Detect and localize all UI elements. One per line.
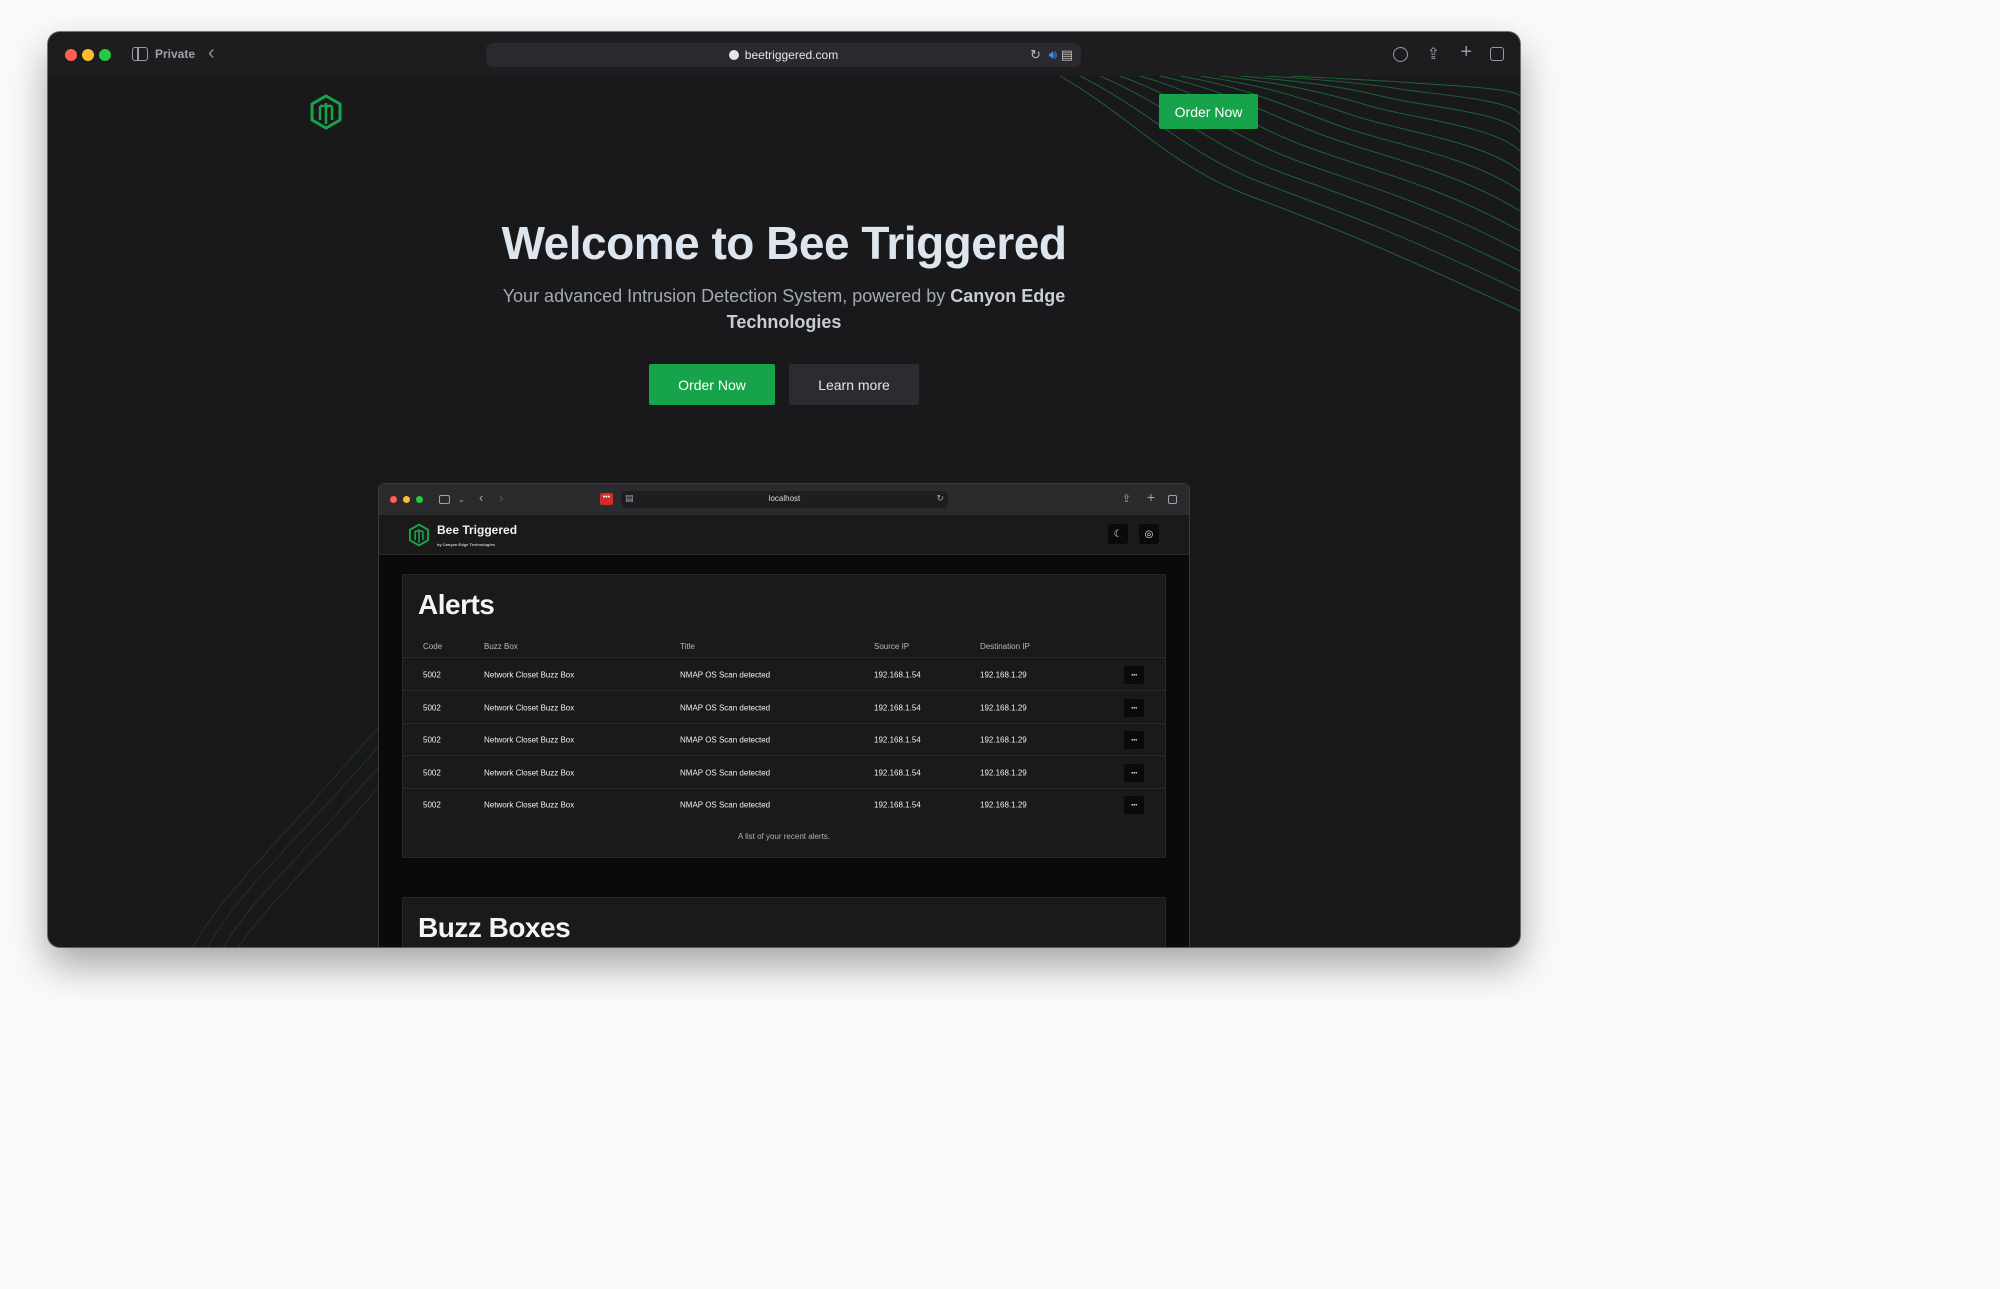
preview-tabs-icon bbox=[1168, 495, 1177, 504]
preview-minimize-dot bbox=[403, 496, 410, 503]
table-row: 5002 Network Closet Buzz Box NMAP OS Sca… bbox=[403, 659, 1165, 691]
reader-icon[interactable]: ▤ bbox=[1061, 47, 1073, 63]
cell-buzz-box: Network Closet Buzz Box bbox=[484, 735, 575, 744]
preview-reload-icon: ↻ bbox=[936, 493, 944, 503]
preview-chevron-down-icon: ⌄ bbox=[458, 495, 465, 504]
url-text: beetriggered.com bbox=[744, 48, 839, 62]
preview-logo bbox=[408, 523, 430, 547]
cell-source-ip: 192.168.1.54 bbox=[874, 768, 921, 777]
browser-window: Private ‹ beetriggered.com ↻ 🔊︎ ▤ ⇪ + Or… bbox=[48, 32, 1520, 947]
cell-code: 5002 bbox=[423, 735, 441, 744]
more-icon: ··· bbox=[1124, 665, 1144, 684]
column-header-code: Code bbox=[423, 642, 443, 651]
decorative-waves-left bbox=[192, 716, 388, 947]
nav-order-now-button[interactable]: Order Now bbox=[1159, 94, 1258, 129]
cell-destination-ip: 192.168.1.29 bbox=[980, 800, 1027, 810]
cell-destination-ip: 192.168.1.29 bbox=[980, 735, 1027, 744]
preview-app-subtitle: by Canyon Edge Technologies bbox=[437, 542, 495, 547]
address-bar-url: beetriggered.com bbox=[486, 48, 1081, 62]
hero-subtitle: Your advanced Intrusion Detection System… bbox=[488, 283, 1080, 335]
download-icon[interactable] bbox=[1393, 47, 1408, 62]
cell-title: NMAP OS Scan detected bbox=[680, 670, 771, 679]
user-icon: ◎ bbox=[1139, 524, 1159, 544]
cell-code: 5002 bbox=[423, 768, 441, 777]
hero-learn-more-button[interactable]: Learn more bbox=[789, 364, 919, 405]
preview-sidebar-icon bbox=[439, 495, 450, 504]
buzz-boxes-title: Buzz Boxes bbox=[418, 912, 571, 943]
more-icon: ··· bbox=[1124, 796, 1144, 814]
preview-app-title: Bee Triggered bbox=[437, 523, 518, 537]
tab-overview-icon[interactable] bbox=[1490, 47, 1504, 61]
cell-source-ip: 192.168.1.54 bbox=[874, 735, 921, 744]
app-preview-screenshot: ⌄ ‹ › ••• ▤ localhost ↻ ⇪ + Bee Triggere bbox=[378, 483, 1190, 947]
more-icon: ··· bbox=[1124, 763, 1144, 782]
hero-subtitle-text: Your advanced Intrusion Detection System… bbox=[502, 286, 951, 306]
column-header-title: Title bbox=[680, 642, 695, 651]
preview-new-tab-icon: + bbox=[1146, 489, 1155, 505]
preview-close-dot bbox=[390, 496, 397, 503]
bee-triggered-logo bbox=[310, 94, 342, 130]
decorative-waves bbox=[1059, 76, 1520, 312]
cell-code: 5002 bbox=[423, 800, 441, 810]
page-content: Order Now Welcome to Bee Triggered Your … bbox=[48, 76, 1520, 947]
more-icon: ··· bbox=[1124, 698, 1144, 717]
cell-title: NMAP OS Scan detected bbox=[680, 735, 771, 744]
buzz-boxes-card: Buzz Boxes bbox=[402, 897, 1166, 947]
column-header-destination-ip: Destination IP bbox=[980, 642, 1030, 651]
preview-app-header: Bee Triggered by Canyon Edge Technologie… bbox=[379, 515, 1189, 555]
close-window-button[interactable] bbox=[65, 49, 77, 61]
cell-source-ip: 192.168.1.54 bbox=[874, 800, 921, 810]
preview-extension-icon: ••• bbox=[600, 493, 613, 505]
preview-url: localhost bbox=[768, 494, 801, 503]
zoom-window-button[interactable] bbox=[99, 49, 111, 61]
table-row: 5002 Network Closet Buzz Box NMAP OS Sca… bbox=[403, 692, 1165, 724]
cell-source-ip: 192.168.1.54 bbox=[874, 703, 921, 712]
address-bar[interactable]: beetriggered.com ↻ 🔊︎ ▤ bbox=[486, 43, 1081, 67]
cell-buzz-box: Network Closet Buzz Box bbox=[484, 703, 575, 712]
column-header-source-ip: Source IP bbox=[874, 642, 910, 651]
preview-back-icon: ‹ bbox=[479, 490, 484, 505]
browser-toolbar: Private ‹ beetriggered.com ↻ 🔊︎ ▤ ⇪ + bbox=[48, 32, 1520, 76]
column-header-buzz-box: Buzz Box bbox=[484, 642, 518, 651]
table-row: 5002 Network Closet Buzz Box NMAP OS Sca… bbox=[403, 789, 1165, 821]
hero-order-now-button[interactable]: Order Now bbox=[649, 364, 775, 405]
cell-code: 5002 bbox=[423, 670, 441, 679]
private-label: Private bbox=[155, 47, 196, 61]
cell-buzz-box: Network Closet Buzz Box bbox=[484, 768, 575, 777]
preview-browser-toolbar: ⌄ ‹ › ••• ▤ localhost ↻ ⇪ + bbox=[379, 484, 1189, 515]
preview-zoom-dot bbox=[416, 496, 423, 503]
preview-share-icon: ⇪ bbox=[1121, 493, 1131, 505]
table-row: 5002 Network Closet Buzz Box NMAP OS Sca… bbox=[403, 757, 1165, 789]
cell-title: NMAP OS Scan detected bbox=[680, 768, 771, 777]
cell-destination-ip: 192.168.1.29 bbox=[980, 703, 1027, 712]
table-row: 5002 Network Closet Buzz Box NMAP OS Sca… bbox=[403, 724, 1165, 756]
cell-code: 5002 bbox=[423, 703, 441, 712]
minimize-window-button[interactable] bbox=[82, 49, 94, 61]
cell-title: NMAP OS Scan detected bbox=[680, 703, 771, 712]
new-tab-icon[interactable]: + bbox=[1460, 41, 1472, 64]
reload-icon[interactable]: ↻ bbox=[1030, 47, 1041, 63]
cell-buzz-box: Network Closet Buzz Box bbox=[484, 670, 575, 679]
speaker-icon[interactable]: 🔊︎ bbox=[1049, 47, 1057, 63]
cell-title: NMAP OS Scan detected bbox=[680, 800, 771, 810]
share-icon[interactable]: ⇪ bbox=[1427, 44, 1440, 64]
alerts-card: Alerts Code Buzz Box Title Source IP Des… bbox=[402, 574, 1166, 858]
back-arrow-icon[interactable]: ‹ bbox=[208, 42, 215, 65]
cell-destination-ip: 192.168.1.29 bbox=[980, 768, 1027, 777]
more-icon: ··· bbox=[1124, 730, 1144, 749]
alerts-table-header: Code Buzz Box Title Source IP Destinatio… bbox=[403, 640, 1165, 658]
hero-title: Welcome to Bee Triggered bbox=[501, 217, 1067, 269]
sidebar-toggle-icon[interactable] bbox=[132, 47, 148, 61]
cell-buzz-box: Network Closet Buzz Box bbox=[484, 800, 575, 810]
site-icon bbox=[728, 50, 739, 60]
cell-destination-ip: 192.168.1.29 bbox=[980, 670, 1027, 679]
preview-address-bar: ▤ localhost ↻ bbox=[621, 491, 948, 508]
alerts-title: Alerts bbox=[418, 589, 495, 620]
alerts-table-caption: A list of your recent alerts. bbox=[737, 832, 831, 841]
preview-forward-icon: › bbox=[499, 490, 504, 505]
moon-icon: ☾ bbox=[1108, 524, 1128, 544]
cell-source-ip: 192.168.1.54 bbox=[874, 670, 921, 679]
